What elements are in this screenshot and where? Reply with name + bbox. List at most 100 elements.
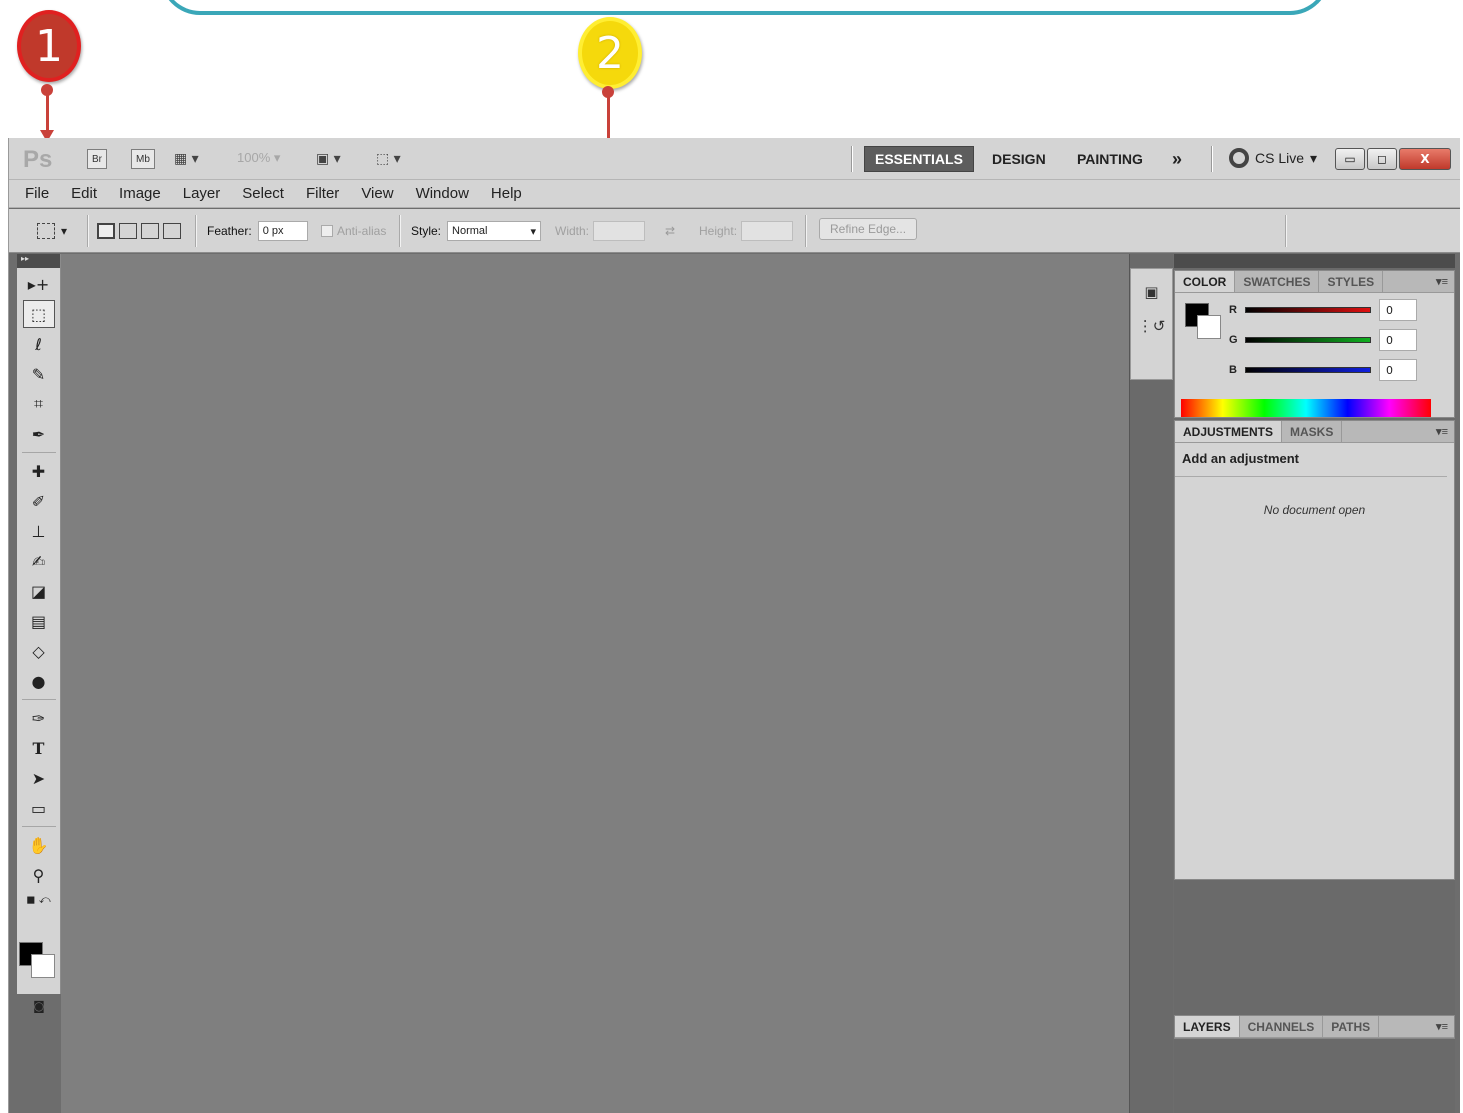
close-button[interactable]: X (1399, 148, 1451, 170)
quick-selection-tool-icon[interactable]: ✎ (23, 360, 55, 388)
width-input[interactable] (593, 221, 646, 241)
red-value-input[interactable]: 0 (1379, 299, 1417, 321)
add-to-selection-icon[interactable] (119, 223, 137, 239)
callout-1-dot (41, 84, 53, 96)
spot-healing-brush-tool-icon[interactable]: ✚ (23, 457, 55, 485)
green-slider[interactable] (1245, 337, 1371, 343)
menu-select[interactable]: Select (242, 185, 284, 202)
top-banner-decoration (160, 0, 1330, 15)
document-canvas-area[interactable] (61, 254, 1129, 1113)
zoom-tool-icon[interactable]: ⚲ (23, 861, 55, 889)
selection-mode-group (97, 221, 181, 241)
actions-panel-icon[interactable]: ⋮↺ (1138, 315, 1166, 337)
view-extras-icon[interactable]: ▦ ▾ (174, 149, 199, 169)
tab-color[interactable]: COLOR (1175, 271, 1236, 292)
blue-slider[interactable] (1245, 367, 1371, 373)
swap-dimensions-icon[interactable]: ⇄ (665, 221, 675, 241)
menu-filter[interactable]: Filter (306, 185, 339, 202)
refine-edge-button[interactable]: Refine Edge... (819, 218, 918, 240)
launch-bridge-button[interactable]: Br (87, 149, 107, 169)
tab-masks[interactable]: MASKS (1282, 421, 1343, 442)
menu-image[interactable]: Image (119, 185, 161, 202)
blue-value-input[interactable]: 0 (1379, 359, 1417, 381)
eraser-tool-icon[interactable]: ◪ (23, 577, 55, 605)
application-bar: Ps Br Mb ▦ ▾ 100% ▾ ▣ ▾ ⬚ ▾ ESSENTIALS D… (9, 138, 1460, 180)
tab-channels[interactable]: CHANNELS (1240, 1016, 1324, 1037)
arrange-documents-icon[interactable]: ▣ ▾ (316, 149, 341, 169)
collapsed-panel-icons: ▣ ⋮↺ (1130, 268, 1173, 380)
swap-colors-icon[interactable]: ◼ ⤺ (23, 891, 55, 909)
ps-logo: Ps (23, 146, 53, 173)
color-spectrum-ramp[interactable] (1181, 399, 1431, 417)
brush-tool-icon[interactable]: ✐ (23, 487, 55, 515)
rectangular-marquee-tool-icon[interactable]: ⬚ (22, 300, 55, 328)
tools-panel-header[interactable]: ▸▸ (17, 254, 60, 268)
menu-view[interactable]: View (361, 185, 393, 202)
cs-live-menu[interactable]: CS Live ▾ (1229, 148, 1317, 168)
hand-tool-icon[interactable]: ✋ (23, 831, 55, 859)
color-panel-body: R 0 G 0 B 0 (1175, 293, 1454, 419)
tab-styles[interactable]: STYLES (1319, 271, 1384, 292)
quick-mask-icon[interactable]: ◙ (23, 992, 55, 1020)
intersect-selection-icon[interactable] (163, 223, 181, 239)
clone-stamp-tool-icon[interactable]: ⊥ (23, 517, 55, 545)
cs-live-label: CS Live (1255, 150, 1305, 166)
feather-input[interactable]: 0 px (257, 221, 308, 241)
more-workspaces-button[interactable]: » (1162, 146, 1192, 172)
eyedropper-tool-icon[interactable]: ✒ (23, 420, 55, 448)
menu-layer[interactable]: Layer (183, 185, 221, 202)
minimize-button[interactable]: ▭ (1335, 148, 1365, 170)
type-tool-icon[interactable]: T (23, 734, 55, 762)
history-panel-icon[interactable]: ▣ (1140, 281, 1164, 303)
panel-menu-icon[interactable]: ▾≡ (1436, 1016, 1454, 1037)
color-panel: COLOR SWATCHES STYLES ▾≡ R 0 G 0 B 0 (1174, 270, 1455, 418)
adjustments-panel-tabs: ADJUSTMENTS MASKS ▾≡ (1175, 421, 1454, 443)
tools-panel: ▸▸ ▸+ ⬚ ℓ ✎ ⌗ ✒ ✚ ✐ ⊥ ✍ ◪ ▤ ◇ ● ✑ T ➤ ▭ … (17, 254, 61, 1013)
red-slider[interactable] (1245, 307, 1371, 313)
tab-paths[interactable]: PATHS (1323, 1016, 1380, 1037)
blur-tool-icon[interactable]: ◇ (23, 637, 55, 665)
maximize-button[interactable]: ◻ (1367, 148, 1397, 170)
tool-preset-picker[interactable]: ▾ (37, 221, 67, 241)
callout-2-label: 2 (596, 27, 624, 79)
refine-edge-control: Refine Edge... (819, 218, 918, 240)
anti-alias-checkbox[interactable] (321, 225, 333, 237)
workspace-design-button[interactable]: DESIGN (982, 146, 1056, 172)
workspace-painting-button[interactable]: PAINTING (1067, 146, 1153, 172)
move-tool-icon[interactable]: ▸+ (23, 270, 55, 298)
history-brush-tool-icon[interactable]: ✍ (23, 547, 55, 575)
color-background-swatch[interactable] (1197, 315, 1221, 339)
pen-tool-icon[interactable]: ✑ (23, 704, 55, 732)
style-select[interactable]: Normal ▾ (447, 221, 542, 241)
menu-file[interactable]: File (25, 185, 49, 202)
path-selection-tool-icon[interactable]: ➤ (23, 764, 55, 792)
menu-window[interactable]: Window (416, 185, 469, 202)
tab-adjustments[interactable]: ADJUSTMENTS (1175, 421, 1283, 442)
panel-menu-icon[interactable]: ▾≡ (1436, 271, 1454, 292)
options-separator (195, 215, 197, 247)
height-label: Height: (699, 224, 738, 238)
crop-tool-icon[interactable]: ⌗ (23, 390, 55, 418)
zoom-level[interactable]: 100% ▾ (237, 150, 280, 166)
menu-help[interactable]: Help (491, 185, 522, 202)
menu-edit[interactable]: Edit (71, 185, 97, 202)
screen-mode-icon[interactable]: ⬚ ▾ (376, 149, 401, 169)
tab-layers[interactable]: LAYERS (1175, 1016, 1240, 1037)
lasso-tool-icon[interactable]: ℓ (23, 330, 55, 358)
color-panel-tabs: COLOR SWATCHES STYLES ▾≡ (1175, 271, 1454, 293)
green-value-input[interactable]: 0 (1379, 329, 1417, 351)
launch-mini-bridge-button[interactable]: Mb (131, 149, 155, 169)
workspace-essentials-button[interactable]: ESSENTIALS (864, 146, 974, 172)
panel-dock-strip (1129, 254, 1173, 1113)
red-slider-row: R 0 (1229, 299, 1417, 321)
tab-swatches[interactable]: SWATCHES (1235, 271, 1320, 292)
panel-menu-icon[interactable]: ▾≡ (1436, 421, 1454, 442)
panels-collapse-header[interactable] (1174, 254, 1455, 268)
gradient-tool-icon[interactable]: ▤ (23, 607, 55, 635)
new-selection-icon[interactable] (97, 223, 115, 239)
dodge-tool-icon[interactable]: ● (23, 667, 55, 695)
rectangle-tool-icon[interactable]: ▭ (23, 794, 55, 822)
subtract-from-selection-icon[interactable] (141, 223, 159, 239)
background-color-swatch[interactable] (31, 954, 55, 978)
height-input[interactable] (741, 221, 794, 241)
